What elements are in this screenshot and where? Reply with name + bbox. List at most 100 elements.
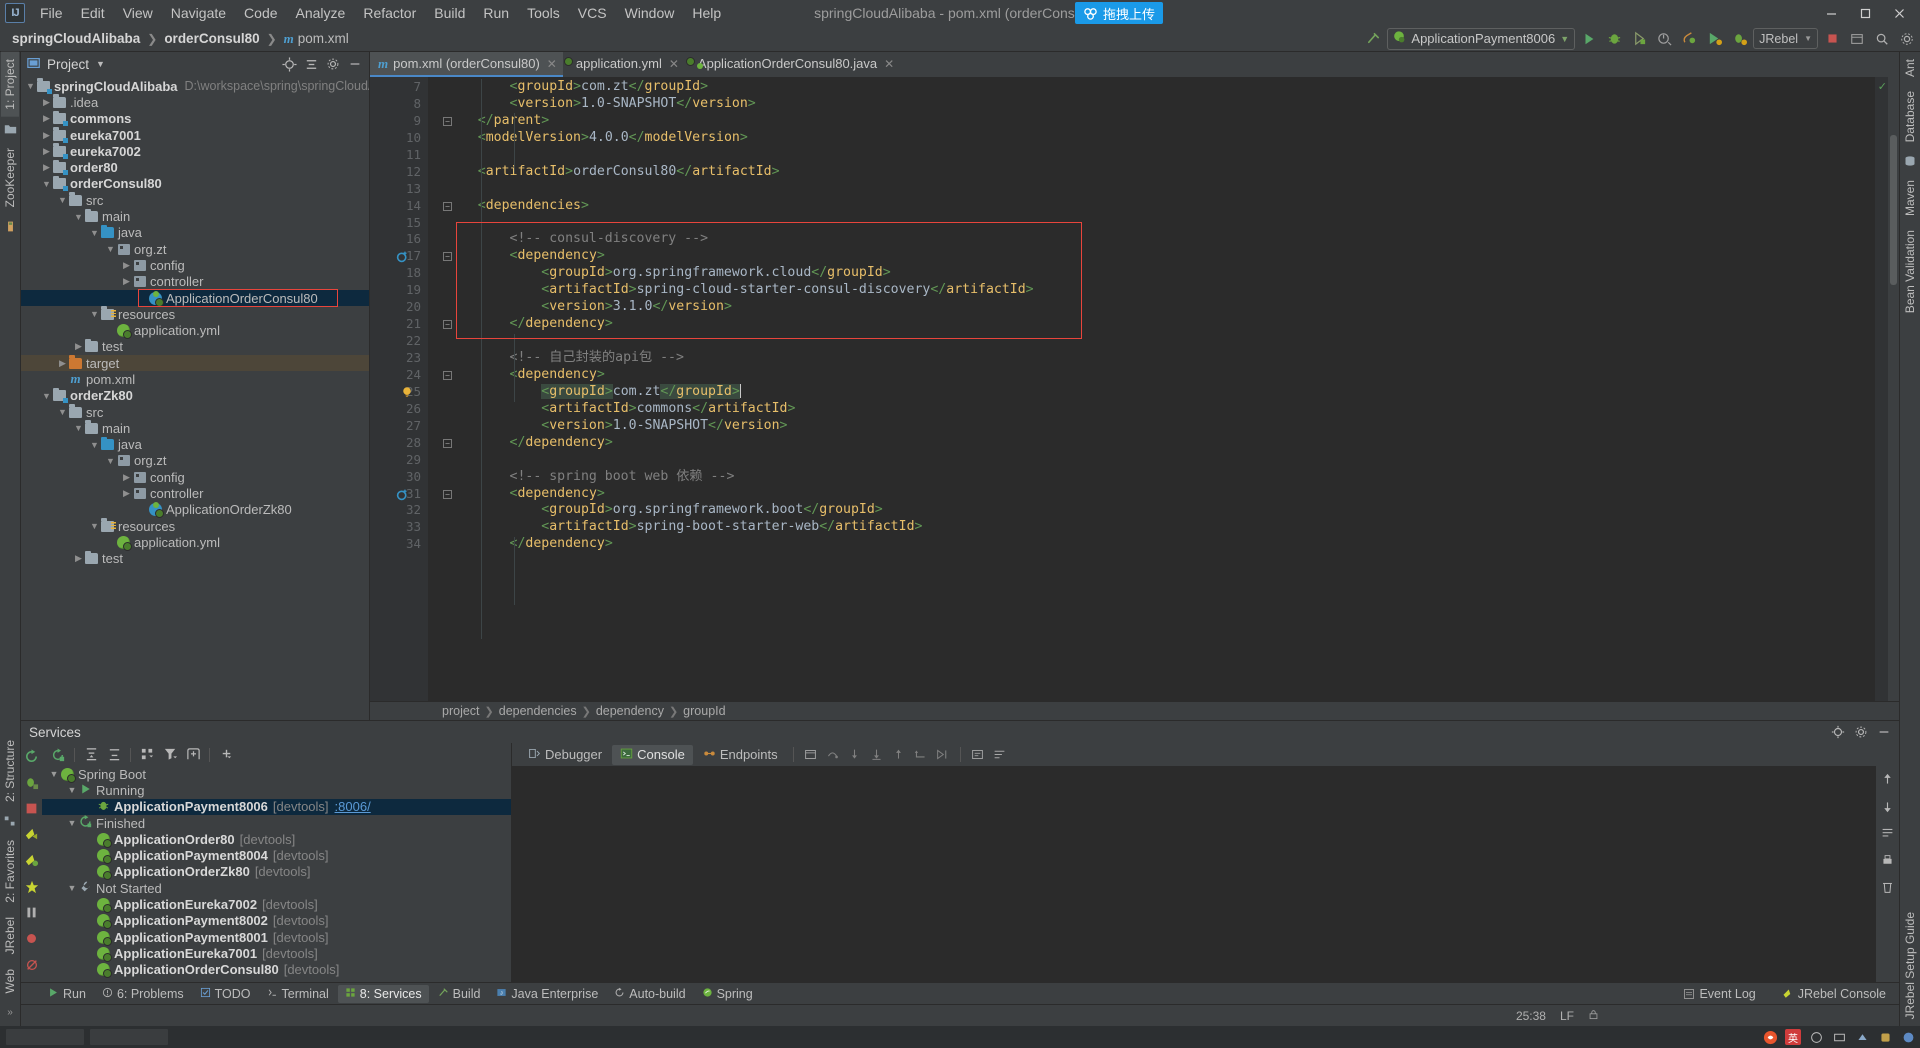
gutter-line[interactable]: 7 <box>370 79 428 96</box>
step-into-icon[interactable] <box>845 745 865 764</box>
expand-arrow-down-icon[interactable]: ▼ <box>48 769 60 779</box>
console-tab[interactable]: Endpoints <box>695 745 786 765</box>
code-line[interactable]: <groupId>com.zt</groupId> <box>428 79 1875 96</box>
taskbar-item[interactable] <box>6 1029 84 1045</box>
tree-node[interactable]: ▼ resources <box>21 518 369 534</box>
expand-arrow-right-icon[interactable]: ▶ <box>41 162 52 173</box>
tool-window-tab[interactable]: 8: Services <box>337 984 429 1003</box>
expand-arrow-down-icon[interactable]: ▼ <box>57 407 68 417</box>
settings-list-icon[interactable] <box>990 745 1010 764</box>
scroll-from-source-icon[interactable] <box>279 54 299 74</box>
jrebel-service-icon[interactable] <box>22 825 42 844</box>
gutter-line[interactable]: 27 <box>370 418 428 435</box>
navbar-crumb-file[interactable]: m pom.xml <box>280 30 353 48</box>
service-row[interactable]: ApplicationEureka7001 [devtools] <box>42 945 511 962</box>
tree-node[interactable]: ▼ java <box>21 436 369 453</box>
drop-frame-icon[interactable] <box>911 745 931 764</box>
expand-arrow-down-icon[interactable]: ▼ <box>66 883 78 893</box>
tree-node[interactable]: application.yml <box>21 534 369 551</box>
expand-arrow-down-icon[interactable]: ▼ <box>73 212 84 222</box>
service-row[interactable]: ▼ Spring Boot <box>42 766 511 783</box>
expand-arrow-down-icon[interactable]: ▼ <box>89 440 100 450</box>
stop-button[interactable] <box>1821 28 1843 50</box>
tool-tab-database[interactable]: Database <box>1901 84 1919 149</box>
menu-run[interactable]: Run <box>474 2 518 24</box>
menu-tools[interactable]: Tools <box>518 2 569 24</box>
code-line[interactable]: </dependency> <box>428 435 1875 452</box>
project-settings-gear-icon[interactable] <box>323 54 343 74</box>
close-button[interactable] <box>1882 1 1916 25</box>
build-hammer-icon[interactable] <box>1362 28 1384 50</box>
expand-arrow-right-icon[interactable]: ▶ <box>73 341 84 352</box>
services-hide-icon[interactable] <box>1874 722 1894 742</box>
console-output[interactable] <box>512 766 1876 982</box>
expand-arrow-down-icon[interactable]: ▼ <box>25 81 36 91</box>
run-with-coverage-button[interactable] <box>1628 28 1650 50</box>
tool-window-tab[interactable]: TODO <box>193 985 258 1003</box>
gutter-line[interactable]: 8 <box>370 96 428 113</box>
tree-node[interactable]: ▼ resources <box>21 306 369 322</box>
code-line[interactable]: <dependency> <box>428 248 1875 265</box>
filter-services-icon[interactable] <box>160 745 180 764</box>
expand-arrow-down-icon[interactable]: ▼ <box>89 228 100 238</box>
menu-refactor[interactable]: Refactor <box>354 2 425 24</box>
code-line[interactable]: <artifactId>spring-cloud-starter-consul-… <box>428 282 1875 299</box>
code-line[interactable] <box>428 147 1875 164</box>
line-separator[interactable]: LF <box>1560 1009 1574 1023</box>
collapse-all-icon[interactable] <box>301 54 321 74</box>
sogou-icon[interactable] <box>1762 1029 1778 1045</box>
services-settings-target-icon[interactable] <box>1828 722 1848 742</box>
tool-window-tab[interactable]: Spring <box>695 985 760 1003</box>
maximize-button[interactable] <box>1848 1 1882 25</box>
gutter-line[interactable]: 16 <box>370 231 428 248</box>
code-line[interactable]: </parent> <box>428 113 1875 130</box>
tree-node[interactable]: ▼ java <box>21 224 369 241</box>
tree-node[interactable]: ▶ controller <box>21 485 369 501</box>
gutter-line[interactable]: 23 <box>370 350 428 367</box>
tree-node[interactable]: ▶ controller <box>21 274 369 290</box>
tree-node[interactable]: ApplicationOrderZk80 <box>21 502 369 519</box>
stop-service-icon[interactable] <box>22 799 42 818</box>
record-service-icon[interactable] <box>22 929 42 948</box>
tool-window-tab[interactable]: Auto-build <box>607 985 692 1003</box>
console-tab[interactable]: Console <box>612 744 693 765</box>
tree-node-root[interactable]: ▼ springCloudAlibaba D:\workspace\spring\s… <box>21 78 369 94</box>
expand-arrow-right-icon[interactable]: ▶ <box>57 358 68 369</box>
service-row[interactable]: ApplicationOrder80 [devtools] <box>42 831 511 848</box>
expand-arrow-down-icon[interactable]: ▼ <box>73 423 84 433</box>
expand-arrow-down-icon[interactable]: ▼ <box>66 785 78 795</box>
menu-code[interactable]: Code <box>235 2 286 24</box>
tree-node[interactable]: ▶ commons <box>21 110 369 127</box>
code-line[interactable]: <dependencies> <box>428 198 1875 215</box>
expand-all-icon[interactable] <box>81 745 101 764</box>
navbar-crumb-project[interactable]: springCloudAlibaba <box>8 30 144 47</box>
tray-icon-1[interactable] <box>1808 1029 1824 1045</box>
run-to-cursor-icon[interactable] <box>933 745 953 764</box>
menu-navigate[interactable]: Navigate <box>162 2 235 24</box>
settings-gear-icon[interactable] <box>1896 28 1918 50</box>
expand-arrow-down-icon[interactable]: ▼ <box>66 818 78 828</box>
code-line[interactable]: </dependency> <box>428 536 1875 553</box>
print-icon[interactable] <box>1878 851 1898 870</box>
maven-dependency-gutter-icon[interactable] <box>396 250 409 263</box>
gutter-line[interactable]: 25 <box>370 384 428 401</box>
tree-node[interactable]: ▶ .idea <box>21 94 369 110</box>
code-line[interactable] <box>428 215 1875 232</box>
expand-arrow-down-icon[interactable]: ▼ <box>89 309 100 319</box>
tree-node[interactable]: ▼ orderZk80 <box>21 387 369 404</box>
menu-window[interactable]: Window <box>616 2 684 24</box>
expand-arrow-right-icon[interactable]: ▶ <box>41 146 52 157</box>
maven-dependency-gutter-icon[interactable] <box>396 488 409 501</box>
project-tree[interactable]: ▼ springCloudAlibaba D:\workspace\spring\s… <box>21 76 369 720</box>
add-tab-icon[interactable] <box>183 745 203 764</box>
gutter-line[interactable]: 10 <box>370 130 428 147</box>
expand-arrow-right-icon[interactable]: ▶ <box>121 472 132 483</box>
editor-breadcrumb-item[interactable]: project <box>442 704 480 718</box>
code-line[interactable]: <artifactId>spring-boot-starter-web</art… <box>428 519 1875 536</box>
tool-window-bar[interactable]: Run 6: Problems TODO Terminal 8: Services Bui… <box>21 982 1899 1004</box>
code-line[interactable]: <dependency> <box>428 486 1875 503</box>
attach-debugger-button[interactable] <box>1678 28 1700 50</box>
expand-arrow-right-icon[interactable]: ▶ <box>41 130 52 141</box>
tree-node[interactable]: ▼ main <box>21 208 369 224</box>
tool-window-tab[interactable]: Terminal <box>260 985 336 1003</box>
